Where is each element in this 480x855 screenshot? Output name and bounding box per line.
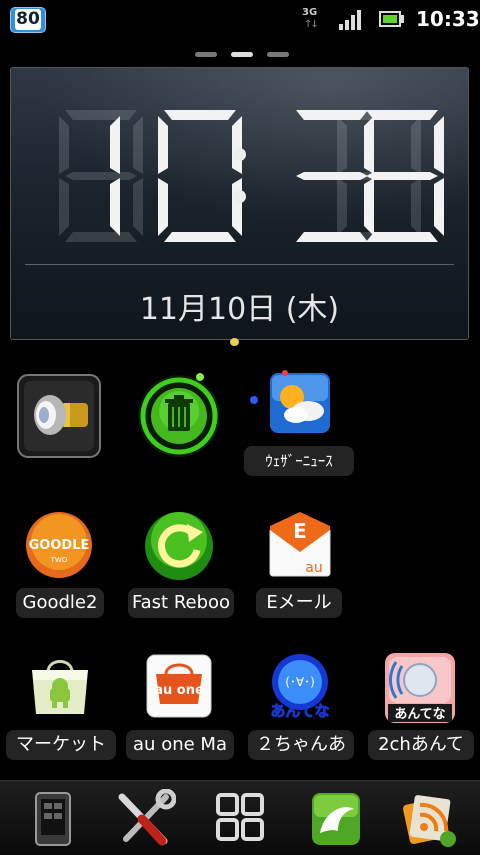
dock-phone[interactable] bbox=[22, 789, 86, 849]
app-label-2ch-anntena-2: 2chあんて bbox=[368, 730, 474, 760]
market-bag-icon bbox=[32, 660, 88, 714]
flashlight-app[interactable] bbox=[16, 373, 102, 459]
battery-icon bbox=[379, 11, 401, 27]
dock-settings[interactable] bbox=[112, 788, 177, 849]
email-icon: E au bbox=[269, 512, 331, 577]
flashlight-icon bbox=[17, 374, 101, 458]
notification-badge[interactable]: 80 bbox=[10, 7, 46, 33]
dock-rss-reader[interactable] bbox=[398, 789, 462, 849]
anntena-red-label-text: あんてな bbox=[394, 707, 445, 722]
app-label-goodle2: Goodle2 bbox=[16, 588, 104, 618]
au-one-icon: au one bbox=[146, 654, 212, 718]
trash-can-icon bbox=[138, 375, 220, 457]
widget-divider bbox=[25, 264, 454, 265]
dock-app-drawer[interactable] bbox=[208, 789, 272, 849]
anntena-face-text: (･∀･) bbox=[285, 675, 315, 689]
clock-widget[interactable]: 11月10日 (木) bbox=[10, 67, 469, 340]
email-app[interactable]: E au bbox=[268, 512, 332, 578]
anntena-icon: (･∀･) あんてな bbox=[270, 654, 330, 720]
dolphin-icon bbox=[312, 793, 360, 845]
market-app[interactable] bbox=[28, 656, 92, 716]
grid-icon bbox=[216, 793, 264, 841]
clock-date: 11月10日 (木) bbox=[139, 292, 340, 327]
dock-dolphin-browser[interactable] bbox=[304, 789, 368, 849]
app-label-weather-news: ｳｪｻﾞｰﾆｭｰｽ bbox=[244, 446, 354, 476]
clock-digit-hour-ones bbox=[158, 110, 242, 242]
goodle-logo-text: GOODLE bbox=[29, 538, 90, 553]
anntena-label-text: あんてな bbox=[270, 702, 329, 720]
task-killer-app[interactable] bbox=[136, 373, 222, 459]
email-icon-sub: au bbox=[305, 560, 322, 576]
anntena-red-icon: あんてな bbox=[385, 653, 455, 723]
notification-count: 80 bbox=[15, 9, 41, 30]
refresh-icon bbox=[145, 512, 213, 580]
goodle-logo-sub: TWO bbox=[50, 556, 68, 564]
au-one-market-app[interactable]: au one bbox=[146, 654, 212, 718]
data-activity-icon: ↑↓ bbox=[304, 19, 319, 30]
status-bar[interactable]: 80 3G ↑↓ 10:33 bbox=[0, 0, 480, 38]
status-time: 10:33 bbox=[416, 7, 480, 31]
page-dot-3 bbox=[267, 52, 289, 57]
page-dot-2 bbox=[231, 52, 253, 57]
app-label-market: マーケット bbox=[6, 730, 116, 760]
clock-digit-hour-tens bbox=[110, 116, 120, 236]
network-type: 3G bbox=[302, 7, 318, 18]
clock-digit-minute-ones bbox=[366, 110, 444, 242]
au-one-icon-text: au one bbox=[154, 683, 204, 698]
phone-device-icon bbox=[35, 792, 71, 846]
goodle2-app[interactable]: GOODLE TWO bbox=[24, 510, 94, 580]
app-label-fast-reboot: Fast Reboo bbox=[128, 588, 234, 618]
goodle-logo-icon: GOODLE TWO bbox=[26, 512, 92, 578]
rss-icon bbox=[403, 795, 456, 847]
sparkle-dot bbox=[282, 370, 288, 376]
sparkle-dot bbox=[250, 396, 258, 404]
tools-icon bbox=[118, 788, 177, 846]
sparkle-dot bbox=[196, 373, 204, 381]
dock bbox=[0, 780, 480, 855]
page-indicator bbox=[195, 52, 295, 60]
weather-news-app[interactable] bbox=[270, 373, 330, 433]
signal-icon bbox=[339, 10, 363, 30]
app-label-2ch-anntena: ２ちゃんあ bbox=[248, 730, 354, 760]
app-label-au-one-market: au one Ma bbox=[126, 730, 234, 760]
weather-icon bbox=[270, 373, 330, 433]
page-dot-1 bbox=[195, 52, 217, 57]
fast-reboot-app[interactable] bbox=[143, 510, 215, 582]
battery-tip bbox=[401, 15, 404, 23]
app-label-email: Eメール bbox=[256, 588, 342, 618]
sparkle-dot bbox=[230, 338, 239, 346]
2ch-anntena-app[interactable]: (･∀･) あんてな bbox=[264, 652, 336, 722]
2ch-anntena-2-app[interactable]: あんてな bbox=[384, 652, 456, 724]
email-icon-letter: E bbox=[293, 519, 307, 543]
